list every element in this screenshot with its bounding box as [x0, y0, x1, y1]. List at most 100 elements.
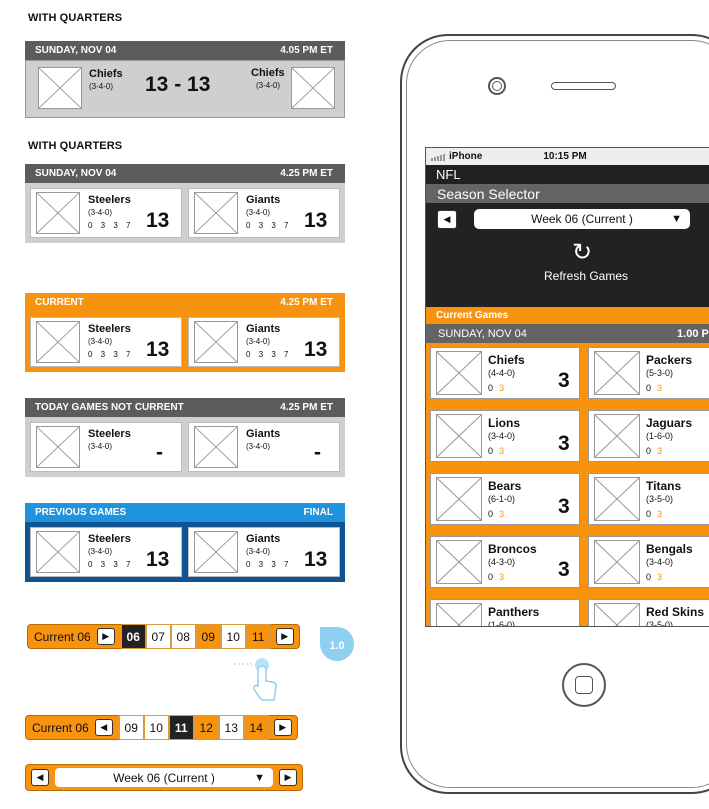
team-name: Giants: [246, 428, 281, 440]
game-row[interactable]: Panthers (1-6-0) Red Skins (3-5-0): [426, 595, 709, 626]
game-row[interactable]: Lions (3-4-0) 0 3 3 Jaguars (1-6-0) 0 3: [426, 406, 709, 469]
home-team-name: Chiefs: [89, 68, 123, 80]
team-record: (3-4-0): [88, 208, 113, 217]
quarter-score-live: 3: [657, 572, 663, 582]
next-arrow-button[interactable]: ▶: [275, 628, 294, 645]
quarter-score-live: 3: [499, 383, 505, 393]
team-name: Panthers: [488, 605, 540, 619]
team-record: (3-4-0): [246, 442, 271, 451]
selector-panel: ◀ Week 06 (Current ) ▼ ↻ Refresh Games: [426, 203, 709, 307]
right-team-tile: Titans (3-5-0) 0 3: [588, 473, 709, 525]
team-logo-placeholder: [594, 351, 640, 395]
refresh-icon[interactable]: ↻: [572, 241, 592, 265]
team-record: (3-4-0): [88, 442, 113, 451]
prev-week-button[interactable]: ◀: [437, 210, 457, 229]
team-record: (3-4-0): [646, 557, 674, 567]
dropdown-arrow-icon: ▼: [254, 771, 265, 784]
team-name: Jaguars: [646, 416, 693, 430]
team-score: 13: [146, 548, 170, 571]
week-12[interactable]: 12: [193, 715, 219, 740]
game-time: 4.25 PM ET: [280, 297, 333, 308]
left-team-tile: Chiefs (4-4-0) 0 3 3: [430, 347, 580, 399]
game-time: 4.25 PM ET: [280, 402, 333, 413]
team-logo-placeholder: [194, 192, 238, 234]
team-name: Packers: [646, 353, 693, 367]
week-10[interactable]: 10: [220, 624, 246, 649]
quarter-score: 0: [488, 509, 494, 519]
quarter-scores: 0 3 3 7: [88, 350, 134, 359]
prev-arrow-button[interactable]: ◀: [31, 769, 49, 786]
team-score: 3: [558, 432, 570, 455]
team-score: -: [156, 441, 163, 464]
status-clock: 10:15 PM: [543, 151, 587, 162]
week-pager: Current 06 ▶ 06 07 08 09 10 11 ▶: [27, 624, 300, 649]
quarter-score: 0: [488, 446, 494, 456]
week-08[interactable]: 08: [170, 624, 196, 649]
team-name: Chiefs: [488, 353, 525, 367]
tap-gesture-icon: [232, 654, 282, 704]
speaker-grille: [551, 82, 616, 90]
status-bar: iPhone 10:15 PM: [426, 148, 709, 165]
team-score: 3: [558, 495, 570, 518]
team-logo-placeholder: [194, 321, 238, 363]
next-arrow-button[interactable]: ▶: [279, 769, 297, 786]
team-logo-placeholder: [436, 477, 482, 521]
week-14[interactable]: 14: [243, 715, 269, 740]
game-card-previous[interactable]: PREVIOUS GAMES FINAL Steelers (3-4-0) 0 …: [25, 503, 345, 582]
game-card-chiefs[interactable]: SUNDAY, NOV 04 4.05 PM ET Chiefs (3-4-0)…: [25, 41, 345, 118]
next-arrow-button[interactable]: ▶: [96, 628, 115, 645]
week-13[interactable]: 13: [218, 715, 244, 740]
week-11[interactable]: 11: [168, 715, 194, 740]
team-logo-placeholder: [594, 477, 640, 521]
week-dropdown-bar: ◀ Week 06 (Current ) ▼ ▶: [25, 764, 303, 791]
game-date: SUNDAY, NOV 04: [35, 45, 117, 56]
home-team-record: (3-4-0): [89, 82, 114, 91]
week-11[interactable]: 11: [245, 624, 271, 649]
quarter-score: 0: [646, 383, 652, 393]
game-card-quarters[interactable]: SUNDAY, NOV 04 4.25 PM ET Steelers (3-4-…: [25, 164, 345, 243]
team-record: (3-4-0): [246, 337, 271, 346]
team-record: (3-4-0): [488, 431, 516, 441]
game-row[interactable]: Bears (6-1-0) 0 3 3 Titans (3-5-0) 0 3: [426, 469, 709, 532]
week-09[interactable]: 09: [118, 715, 144, 740]
carrier: iPhone: [449, 151, 483, 162]
team-score: 3: [558, 558, 570, 581]
refresh-games-button[interactable]: Refresh Games: [544, 269, 628, 283]
week-select[interactable]: Week 06 (Current ) ▼: [55, 768, 273, 787]
team-record: (1-6-0): [646, 431, 674, 441]
game-row[interactable]: Broncos (4-3-0) 0 3 3 Bengals (3-4-0) 0 3: [426, 532, 709, 595]
quarter-scores: 0 3 3 7: [246, 560, 292, 569]
home-team-tile: Steelers (3-4-0) 0 3 3 7 13: [30, 317, 182, 367]
home-button-icon: [575, 676, 593, 694]
week-select-value: Week 06 (Current ): [531, 212, 633, 226]
week-select-value: Week 06 (Current ): [113, 770, 215, 785]
left-team-tile: Lions (3-4-0) 0 3 3: [430, 410, 580, 462]
week-10[interactable]: 10: [143, 715, 169, 740]
team-logo-placeholder: [291, 67, 335, 109]
team-name: Lions: [488, 416, 520, 430]
team-logo-placeholder: [594, 603, 640, 626]
team-record: (4-3-0): [488, 557, 516, 567]
week-select[interactable]: Week 06 (Current ) ▼: [474, 209, 690, 229]
dropdown-arrow-icon: ▼: [671, 213, 682, 225]
week-07[interactable]: 07: [145, 624, 171, 649]
pager-end: ▶: [268, 715, 298, 740]
games-date-header: SUNDAY, NOV 04 1.00 PM: [426, 324, 709, 343]
game-body: Steelers (3-4-0) - Giants (3-4-0) -: [25, 417, 345, 477]
team-record: (3-4-0): [88, 547, 113, 556]
header-label: PREVIOUS GAMES: [35, 507, 127, 518]
away-team-tile: Giants (3-4-0) 0 3 3 7 13: [188, 317, 340, 367]
week-06[interactable]: 06: [120, 624, 146, 649]
team-name: Steelers: [88, 533, 131, 545]
team-logo-placeholder: [38, 67, 82, 109]
week-09[interactable]: 09: [195, 624, 221, 649]
game-time: 4.05 PM ET: [280, 45, 333, 56]
prev-arrow-button[interactable]: ◀: [94, 719, 113, 736]
quarter-scores: 0 3 3 7: [88, 221, 134, 230]
game-card-current[interactable]: CURRENT 4.25 PM ET Steelers (3-4-0) 0 3 …: [25, 293, 345, 372]
team-logo-placeholder: [36, 192, 80, 234]
game-card-not-current[interactable]: TODAY GAMES NOT CURRENT 4.25 PM ET Steel…: [25, 398, 345, 477]
game-row[interactable]: Chiefs (4-4-0) 0 3 3 Packers (5-3-0) 0 3: [426, 343, 709, 406]
home-team-tile: Steelers (3-4-0) 0 3 3 7 13: [30, 527, 182, 577]
next-arrow-button[interactable]: ▶: [273, 719, 292, 736]
